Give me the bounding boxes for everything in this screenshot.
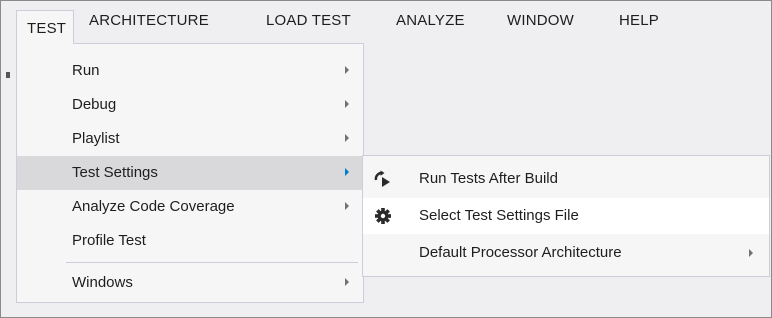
menu-item-playlist[interactable]: Playlist bbox=[17, 122, 363, 156]
submenu-arrow-icon bbox=[345, 278, 349, 286]
test-menu-dropdown: Run Debug Playlist Test Settings Analyze… bbox=[16, 43, 364, 303]
menu-item-label: Run bbox=[72, 62, 100, 79]
submenu-item-label: Run Tests After Build bbox=[419, 170, 558, 187]
application-window: TEST ARCHITECTURE LOAD TEST ANALYZE WIND… bbox=[0, 0, 772, 318]
menu-load-test[interactable]: LOAD TEST bbox=[266, 12, 351, 32]
gear-icon bbox=[375, 208, 391, 224]
menu-item-label: Playlist bbox=[72, 130, 120, 147]
menu-item-label: Test Settings bbox=[72, 164, 158, 181]
submenu-arrow-icon bbox=[749, 249, 753, 257]
menu-item-profile-test[interactable]: Profile Test bbox=[17, 224, 363, 258]
submenu-arrow-icon bbox=[345, 66, 349, 74]
submenu-item-select-test-settings-file[interactable]: Select Test Settings File bbox=[363, 198, 769, 234]
submenu-arrow-icon bbox=[345, 100, 349, 108]
menu-item-test-settings[interactable]: Test Settings bbox=[17, 156, 363, 190]
menu-item-label: Profile Test bbox=[72, 232, 146, 249]
menu-window[interactable]: WINDOW bbox=[507, 12, 574, 32]
menu-test[interactable]: TEST bbox=[16, 10, 74, 44]
menu-bar: TEST ARCHITECTURE LOAD TEST ANALYZE WIND… bbox=[1, 1, 771, 44]
menu-item-windows[interactable]: Windows bbox=[17, 266, 363, 300]
submenu-item-label: Default Processor Architecture bbox=[419, 244, 622, 261]
menu-item-run[interactable]: Run bbox=[17, 54, 363, 88]
menu-item-analyze-code-coverage[interactable]: Analyze Code Coverage bbox=[17, 190, 363, 224]
submenu-item-run-tests-after-build[interactable]: Run Tests After Build bbox=[363, 161, 769, 197]
submenu-item-label: Select Test Settings File bbox=[419, 207, 579, 224]
menu-item-label: Analyze Code Coverage bbox=[72, 198, 235, 215]
submenu-arrow-icon bbox=[345, 168, 349, 176]
submenu-arrow-icon bbox=[345, 134, 349, 142]
test-settings-submenu: Run Tests After Build Select Test Settin… bbox=[362, 155, 770, 277]
menu-item-label: Debug bbox=[72, 96, 117, 113]
window-edge-marker bbox=[6, 72, 10, 78]
submenu-item-default-processor-architecture[interactable]: Default Processor Architecture bbox=[363, 235, 769, 271]
menu-architecture[interactable]: ARCHITECTURE bbox=[89, 12, 209, 32]
menu-separator bbox=[66, 262, 358, 263]
menu-analyze[interactable]: ANALYZE bbox=[396, 12, 465, 32]
menu-help[interactable]: HELP bbox=[619, 12, 659, 32]
menu-item-debug[interactable]: Debug bbox=[17, 88, 363, 122]
submenu-arrow-icon bbox=[345, 202, 349, 210]
menu-item-label: Windows bbox=[72, 274, 133, 291]
run-after-build-icon bbox=[374, 170, 390, 187]
